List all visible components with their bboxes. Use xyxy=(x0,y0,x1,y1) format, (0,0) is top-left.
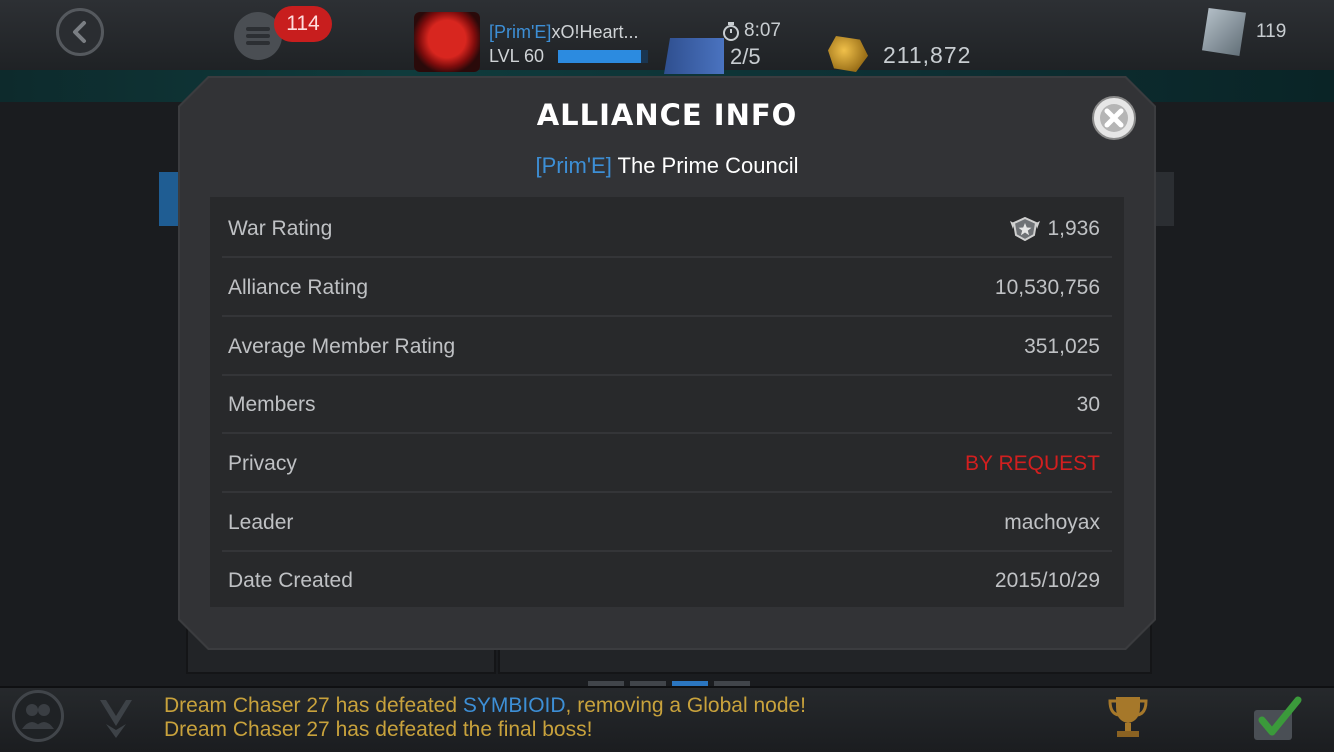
alliance-name-text: The Prime Council xyxy=(617,153,799,178)
info-row-war-rating: War Rating 1,936 xyxy=(210,200,1124,258)
ticker-text: Dream Chaser 27 has defeated xyxy=(164,694,463,717)
alliance-info-table: War Rating 1,936 Alliance Rating 10,530,… xyxy=(210,197,1124,607)
trophy-icon[interactable] xyxy=(1106,693,1150,741)
info-value: 10,530,756 xyxy=(994,276,1100,299)
chat-count-badge: 114 xyxy=(274,6,332,42)
info-label: Average Member Rating xyxy=(228,335,456,358)
info-row-privacy: Privacy BY REQUEST xyxy=(210,435,1124,493)
info-value: 1,936 xyxy=(1009,200,1100,258)
units-icon[interactable] xyxy=(1202,8,1246,56)
info-value: 30 xyxy=(1076,393,1100,416)
back-arrow-icon xyxy=(73,21,86,43)
close-button[interactable] xyxy=(1092,96,1136,140)
info-row-date-created: Date Created 2015/10/29 xyxy=(210,552,1124,610)
info-label: Privacy xyxy=(228,452,297,475)
alliance-name: [Prim'E] The Prime Council xyxy=(0,153,1334,179)
friends-glyph xyxy=(22,704,54,729)
ticker-text: , removing a Global node! xyxy=(565,694,807,717)
info-row-alliance-rating: Alliance Rating 10,530,756 xyxy=(210,259,1124,317)
war-rating-value: 1,936 xyxy=(1047,217,1100,240)
info-row-leader: Leader machoyax xyxy=(210,494,1124,552)
energy-icon[interactable] xyxy=(664,38,724,74)
info-row-members: Members 30 xyxy=(210,376,1124,434)
player-alliance-tag: [Prim'E] xyxy=(489,22,552,42)
row-divider xyxy=(222,491,1112,493)
chat-icon xyxy=(246,27,270,45)
info-value: 2015/10/29 xyxy=(994,569,1100,592)
alliance-icon[interactable] xyxy=(96,696,136,740)
info-label: Date Created xyxy=(228,569,353,592)
units-count: 119 xyxy=(1256,21,1287,42)
xp-bar xyxy=(558,50,648,63)
ticker-highlight: SYMBIOID xyxy=(462,694,566,717)
player-name-text: xO!Heart... xyxy=(551,22,639,42)
ticker-line-1: Dream Chaser 27 has defeated SYMBIOID, r… xyxy=(164,694,806,718)
row-divider xyxy=(222,315,1112,317)
energy-count: 2/5 xyxy=(730,44,761,69)
row-divider xyxy=(222,256,1112,258)
leader-value: machoyax xyxy=(1004,511,1100,534)
info-label: Members xyxy=(228,393,316,416)
privacy-value: BY REQUEST xyxy=(965,452,1100,475)
close-icon xyxy=(1100,104,1128,132)
energy-timer: 8:07 xyxy=(744,20,781,41)
war-rating-icon xyxy=(1010,217,1041,241)
modal-title: ALLIANCE INFO xyxy=(536,98,798,132)
info-row-average-member-rating: Average Member Rating 351,025 xyxy=(210,318,1124,376)
back-button[interactable] xyxy=(56,8,104,56)
xp-bar-fill xyxy=(558,50,641,63)
player-level: LVL 60 xyxy=(489,46,545,66)
gold-count: 211,872 xyxy=(883,42,972,68)
hero-portrait-icon[interactable] xyxy=(414,12,480,72)
timer-icon xyxy=(723,22,739,41)
alliance-tag: [Prim'E] xyxy=(535,153,612,178)
checkmark-icon[interactable] xyxy=(1252,694,1302,744)
info-label: Alliance Rating xyxy=(228,276,369,299)
info-value: 351,025 xyxy=(1024,335,1100,358)
player-name[interactable]: [Prim'E]xO!Heart... xyxy=(489,22,638,43)
ticker-line-2: Dream Chaser 27 has defeated the final b… xyxy=(164,718,593,741)
friends-icon[interactable] xyxy=(12,690,64,742)
row-divider xyxy=(222,432,1112,434)
info-label: War Rating xyxy=(228,217,333,240)
info-label: Leader xyxy=(228,511,294,534)
